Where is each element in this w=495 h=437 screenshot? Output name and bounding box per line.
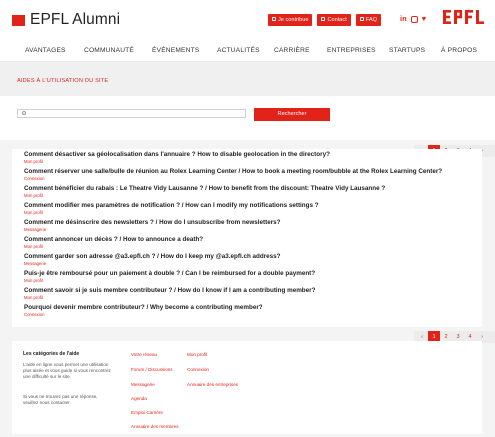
- brand-square-icon: [12, 14, 25, 26]
- list-item[interactable]: Comment désactiver sa géolocalisation da…: [24, 151, 330, 164]
- question-title[interactable]: Puis-je être remboursé pour un paiement …: [24, 270, 315, 278]
- question-category[interactable]: Mon profil: [24, 193, 385, 198]
- question-title[interactable]: Comment me désinscrire des newsletters ?…: [24, 219, 281, 227]
- question-title[interactable]: Comment annoncer un décès ? / How to ann…: [24, 236, 203, 244]
- question-title[interactable]: Comment savoir si je suis membre contrib…: [24, 287, 315, 295]
- help-categories-title: Les catégories de l'aide: [23, 351, 80, 357]
- category-link[interactable]: Agenda: [131, 396, 147, 401]
- help-categories: Les catégories de l'aide L'aide en ligne…: [12, 341, 482, 434]
- nav-item-carriere[interactable]: CARRIÈRE: [274, 47, 310, 54]
- nav-item-actualites[interactable]: ACTUALITÉS: [217, 47, 260, 54]
- top-actions: Je contribue Contact FAQ: [268, 14, 381, 26]
- question-category[interactable]: Connexion: [24, 176, 442, 181]
- category-link[interactable]: Mon profil: [187, 352, 207, 357]
- faq-button[interactable]: FAQ: [355, 14, 381, 26]
- nav-item-avantages[interactable]: AVANTAGES: [25, 47, 66, 54]
- search-button[interactable]: Rechercher: [254, 108, 330, 121]
- category-link[interactable]: Emploi Carrière: [131, 410, 163, 415]
- brand[interactable]: EPFL Alumni: [12, 11, 120, 29]
- epfl-logo[interactable]: [443, 8, 488, 26]
- instagram-icon[interactable]: [410, 15, 418, 23]
- nav-item-evenements[interactable]: ÉVÉNEMENTS: [152, 47, 199, 54]
- category-link[interactable]: Forum / Discussions: [131, 367, 173, 372]
- faq-label: FAQ: [365, 17, 377, 23]
- nav-item-startups[interactable]: STARTUPS: [389, 47, 425, 54]
- nav-item-a-propos[interactable]: À PROPOS: [441, 47, 477, 54]
- question-title[interactable]: Comment bénéficier du rabais : Le Theatr…: [24, 185, 385, 193]
- category-link[interactable]: Annuaire des entreprises: [187, 382, 238, 387]
- search-bar: Rechercher: [0, 96, 495, 140]
- contact-button[interactable]: Contact: [317, 14, 351, 26]
- list-item[interactable]: Puis-je être remboursé pour un paiement …: [24, 270, 315, 283]
- brand-name[interactable]: EPFL Alumni: [30, 11, 120, 29]
- contribute-button[interactable]: Je contribue: [268, 14, 313, 26]
- page-title: AIDES À L'UTILISATION DU SITE: [17, 78, 109, 84]
- question-list: Comment désactiver sa géolocalisation da…: [12, 149, 482, 327]
- contact-label: Contact: [327, 17, 347, 23]
- category-link[interactable]: Votre réseau: [131, 352, 157, 357]
- category-link[interactable]: Connexion: [187, 367, 209, 372]
- question-category[interactable]: Mon profil: [24, 244, 203, 249]
- question-title[interactable]: Comment désactiver sa géolocalisation da…: [24, 151, 330, 159]
- heart-icon: [272, 16, 276, 21]
- list-item[interactable]: Comment annoncer un décès ? / How to ann…: [24, 236, 203, 249]
- page-banner: AIDES À L'UTILISATION DU SITE: [0, 62, 495, 96]
- question-title[interactable]: Comment garder son adresse @a3.epfl.ch ?…: [24, 253, 281, 261]
- main-nav: AVANTAGES COMMUNAUTÉ ÉVÉNEMENTS ACTUALIT…: [0, 42, 495, 62]
- question-icon: [359, 16, 364, 21]
- help-intro-text: L'aide en ligne vous permet une utilisat…: [23, 362, 111, 380]
- question-category[interactable]: Mon profil: [24, 278, 315, 283]
- nav-item-entreprises[interactable]: ENTREPRISES: [327, 47, 376, 54]
- help-contact-text: Si vous ne trouvez pas une réponse, veui…: [23, 394, 98, 406]
- question-category[interactable]: Connexion: [24, 312, 263, 317]
- category-link[interactable]: Messagerie: [131, 382, 155, 387]
- mail-icon: [321, 16, 326, 21]
- question-category[interactable]: Mon profil: [24, 295, 315, 300]
- list-item[interactable]: Comment savoir si je suis membre contrib…: [24, 287, 315, 300]
- question-title[interactable]: Comment modifier mes paramètres de notif…: [24, 202, 319, 210]
- question-category[interactable]: Messagerie: [24, 261, 281, 266]
- nav-item-communaute[interactable]: COMMUNAUTÉ: [84, 47, 134, 54]
- linkedin-icon[interactable]: in: [400, 13, 407, 25]
- list-item[interactable]: Comment réserver une salle/bulle de réun…: [24, 168, 442, 181]
- list-item[interactable]: Comment bénéficier du rabais : Le Theatr…: [24, 185, 385, 198]
- list-item[interactable]: Comment garder son adresse @a3.epfl.ch ?…: [24, 253, 281, 266]
- list-item[interactable]: Pourquoi devenir membre contributeur? / …: [24, 304, 263, 317]
- list-item[interactable]: Comment modifier mes paramètres de notif…: [24, 202, 319, 215]
- search-icon: [22, 111, 26, 115]
- question-title[interactable]: Comment réserver une salle/bulle de réun…: [24, 168, 442, 176]
- list-item[interactable]: Comment me désinscrire des newsletters ?…: [24, 219, 281, 232]
- category-link[interactable]: Annuaire des membres: [131, 424, 179, 429]
- contribute-label: Je contribue: [278, 17, 309, 23]
- question-category[interactable]: Mon profil: [24, 210, 319, 215]
- twitter-icon[interactable]: ♥: [422, 13, 426, 25]
- search-input[interactable]: [17, 109, 246, 118]
- question-category[interactable]: Mon profil: [24, 159, 330, 164]
- question-category[interactable]: Messagerie: [24, 227, 281, 232]
- site-header: EPFL Alumni Je contribue Contact FAQ in …: [0, 0, 495, 42]
- social-links: in ♥: [400, 13, 426, 25]
- question-title[interactable]: Pourquoi devenir membre contributeur? / …: [24, 304, 263, 312]
